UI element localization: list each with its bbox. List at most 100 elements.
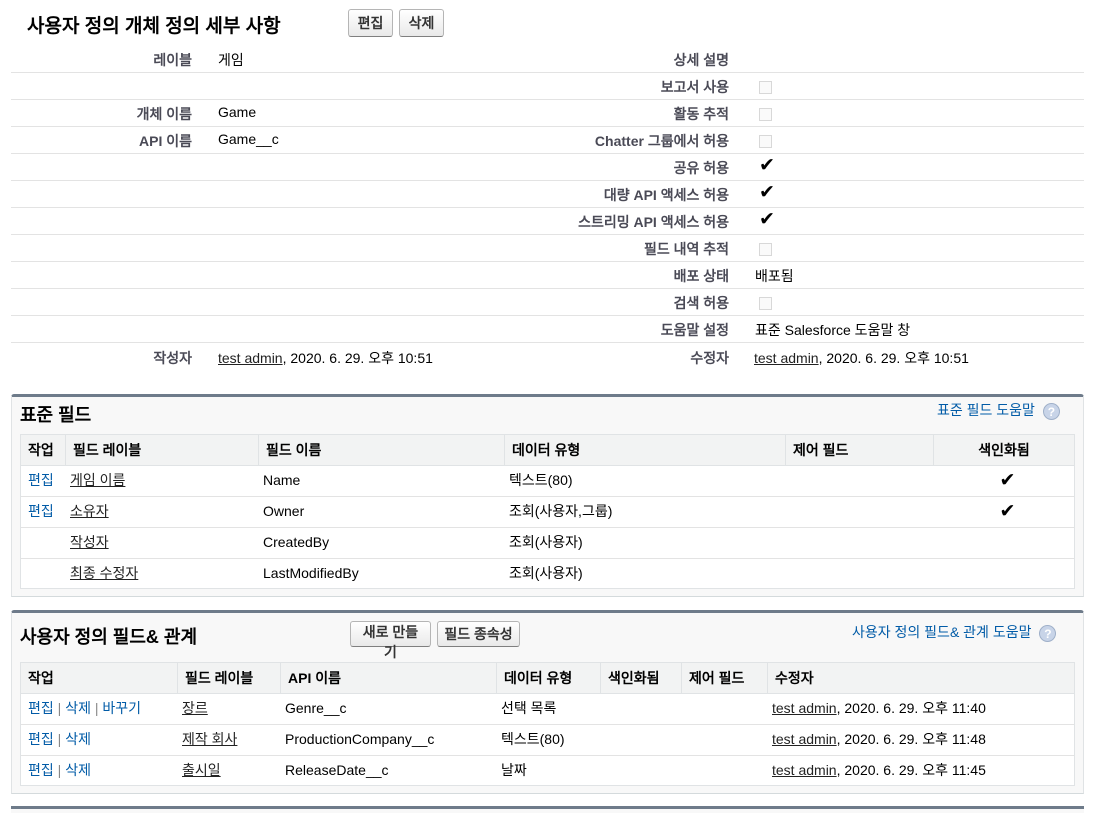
allow-sharing-check-icon: ✔ (759, 154, 775, 176)
deployment-status-label: 배포 상태 (673, 268, 729, 284)
edit-link[interactable]: 편집 (28, 503, 54, 519)
column-header: 필드 이름 (258, 435, 504, 465)
delete-link[interactable]: 삭제 (65, 700, 91, 716)
api-name-label: API 이름 (139, 133, 192, 149)
column-header: 필드 레이블 (177, 663, 280, 693)
row-field-name: LastModifiedBy (263, 565, 359, 581)
help-setting-value: 표준 Salesforce 도움말 창 (755, 322, 911, 338)
standard-fields-table: 작업 필드 레이블 필드 이름 데이터 유형 제어 필드 색인화됨 편집 게임 … (20, 434, 1075, 589)
table-row: 편집 소유자 Owner 조회(사용자,그룹) ✔ (21, 496, 1074, 528)
edit-link[interactable]: 편집 (28, 472, 54, 488)
edit-button[interactable]: 편집 (348, 9, 393, 37)
divider (549, 153, 1084, 154)
column-header: 색인화됨 (600, 663, 681, 693)
column-header: 제어 필드 (681, 663, 767, 693)
column-header: 수정자 (767, 663, 1074, 693)
field-history-label: 필드 내역 추적 (643, 241, 729, 257)
custom-fields-table: 작업 필드 레이블 API 이름 데이터 유형 색인화됨 제어 필드 수정자 편… (20, 662, 1075, 786)
object-name-value: Game (218, 104, 257, 120)
column-header: 데이터 유형 (504, 435, 785, 465)
row-action: 편집 (21, 465, 54, 496)
allow-chatter-checkbox (759, 135, 772, 148)
delete-link[interactable]: 삭제 (65, 731, 91, 747)
edit-link[interactable]: 편집 (28, 731, 54, 747)
label-label: 레이블 (153, 52, 192, 68)
separator: | (57, 762, 62, 778)
divider (11, 288, 549, 289)
divider (11, 99, 549, 100)
streaming-api-label: 스트리밍 API 액세스 허용 (578, 214, 729, 230)
help-icon[interactable]: ? (1042, 402, 1060, 420)
divider (549, 234, 1084, 235)
field-label-link[interactable]: 최종 수정자 (70, 565, 138, 581)
row-api-name: ReleaseDate__c (285, 762, 389, 778)
field-label-link[interactable]: 작성자 (70, 534, 109, 550)
separator: | (57, 731, 62, 747)
row-actions: 편집 | 삭제 | 바꾸기 (21, 693, 141, 724)
row-data-type: 선택 목록 (501, 700, 557, 716)
track-activities-label: 활동 추적 (673, 106, 729, 122)
divider (549, 126, 1084, 127)
standard-fields-help-link[interactable]: 표준 필드 도움말 (937, 402, 1035, 418)
delete-link[interactable]: 삭제 (65, 762, 91, 778)
modified-by-label: 수정자 (690, 350, 729, 366)
row-field-name: Name (263, 472, 301, 488)
divider (11, 126, 549, 127)
row-modified-by: test admin, 2020. 6. 29. 오후 11:40 (765, 693, 986, 724)
modified-by-user-link[interactable]: test admin (772, 762, 837, 778)
custom-fields-help: 사용자 정의 필드& 관계 도움말? (852, 622, 1057, 642)
allow-reports-label: 보고서 사용 (660, 79, 729, 95)
field-label-link[interactable]: 소유자 (70, 503, 109, 519)
field-label-link[interactable]: 제작 회사 (182, 731, 237, 747)
modified-by-user-link[interactable]: test admin (754, 350, 819, 366)
next-panel-edge (11, 806, 1084, 813)
row-indexed: ✔ (933, 465, 1074, 496)
row-actions: 편집 | 삭제 (21, 755, 91, 786)
new-field-button[interactable]: 새로 만들기 (350, 621, 431, 660)
help-setting-label: 도움말 설정 (660, 322, 729, 338)
modified-date: , 2020. 6. 29. 오후 11:45 (836, 762, 986, 778)
column-header: 제어 필드 (785, 435, 933, 465)
row-field-label: 출시일 (175, 755, 221, 786)
row-data-type: 텍스트(80) (509, 472, 573, 488)
divider (11, 234, 549, 235)
divider (549, 261, 1084, 262)
row-api-name: ProductionCompany__c (285, 731, 435, 747)
page-title: 사용자 정의 개체 정의 세부 사항 (27, 16, 281, 37)
row-field-label: 게임 이름 (63, 465, 125, 496)
table-row: 최종 수정자 LastModifiedBy 조회(사용자) (21, 558, 1074, 589)
edit-link[interactable]: 편집 (28, 762, 54, 778)
modified-by-user-link[interactable]: test admin (772, 700, 837, 716)
help-icon[interactable]: ? (1039, 624, 1057, 642)
divider (11, 261, 549, 262)
field-label-link[interactable]: 장르 (182, 700, 208, 716)
created-by-user-link[interactable]: test admin (218, 350, 283, 366)
divider (11, 180, 549, 181)
edit-link[interactable]: 편집 (28, 700, 54, 716)
replace-link[interactable]: 바꾸기 (102, 700, 141, 716)
allow-search-checkbox (759, 297, 772, 310)
row-data-type: 텍스트(80) (501, 731, 565, 747)
divider (549, 315, 1084, 316)
row-field-label: 소유자 (63, 496, 109, 527)
custom-fields-help-link[interactable]: 사용자 정의 필드& 관계 도움말 (852, 624, 1031, 640)
field-history-checkbox (759, 243, 772, 256)
row-field-label: 최종 수정자 (63, 558, 138, 589)
divider (549, 180, 1084, 181)
field-dependency-button[interactable]: 필드 종속성 (437, 621, 520, 647)
delete-button[interactable]: 삭제 (399, 9, 444, 37)
field-label-link[interactable]: 출시일 (182, 762, 221, 778)
modified-by-user-link[interactable]: test admin (772, 731, 837, 747)
object-name-label: 개체 이름 (136, 106, 192, 122)
created-by-date: , 2020. 6. 29. 오후 10:51 (282, 350, 433, 366)
divider (11, 153, 549, 154)
table-row: 작성자 CreatedBy 조회(사용자) (21, 527, 1074, 559)
column-header: 필드 레이블 (65, 435, 258, 465)
divider (549, 288, 1084, 289)
modified-by-value: test admin, 2020. 6. 29. 오후 10:51 (754, 348, 969, 368)
row-field-name: CreatedBy (263, 534, 330, 550)
divider (11, 72, 549, 73)
divider (549, 72, 1084, 73)
field-label-link[interactable]: 게임 이름 (70, 472, 125, 488)
column-header: 작업 (28, 670, 54, 686)
